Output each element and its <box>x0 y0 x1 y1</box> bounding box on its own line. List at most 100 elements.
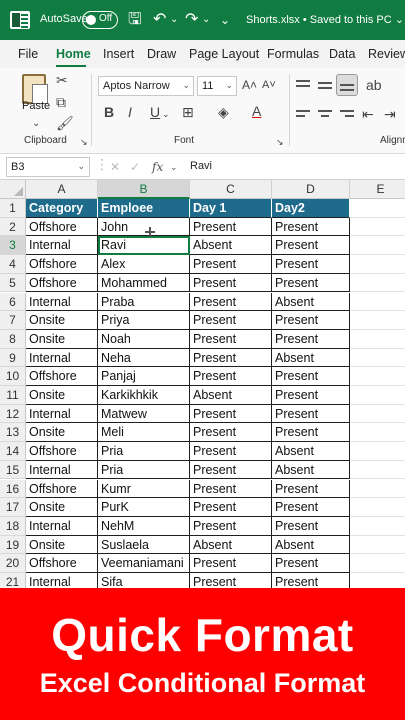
table-cell[interactable]: Absent <box>272 535 350 555</box>
row-header[interactable]: 12 <box>0 404 26 424</box>
decrease-indent-icon[interactable]: ⇤ <box>362 106 374 122</box>
table-cell[interactable] <box>350 255 405 274</box>
clipboard-launcher-icon[interactable]: ↘ <box>80 134 88 150</box>
table-cell[interactable]: Present <box>190 404 272 424</box>
table-cell[interactable]: Onsite <box>26 311 98 330</box>
table-cell[interactable]: Absent <box>272 460 350 480</box>
table-cell[interactable] <box>350 349 405 368</box>
autosave-toggle[interactable]: Off <box>82 11 118 29</box>
table-cell[interactable]: Present <box>272 311 350 330</box>
table-cell[interactable]: Present <box>190 516 272 536</box>
table-cell[interactable] <box>350 423 405 443</box>
table-cell[interactable]: Present <box>190 367 272 386</box>
increase-indent-icon[interactable]: ⇥ <box>384 106 396 122</box>
spreadsheet-grid[interactable]: ABCDE 1 Category Emploee Day 1 Day2 2 Offshore… <box>0 180 405 588</box>
paste-button-label[interactable]: Paste <box>22 100 50 112</box>
table-cell[interactable] <box>350 461 405 480</box>
column-header-d[interactable]: D <box>272 180 350 199</box>
table-cell[interactable] <box>350 330 405 349</box>
table-cell[interactable]: Present <box>190 460 272 480</box>
table-cell[interactable] <box>350 573 405 588</box>
row-header[interactable]: 14 <box>0 442 26 461</box>
table-cell[interactable]: Present <box>272 498 350 517</box>
underline-button[interactable]: U <box>150 104 160 120</box>
table-cell[interactable]: Absent <box>272 292 350 312</box>
table-cell[interactable]: Pria <box>98 442 190 461</box>
table-cell[interactable] <box>350 274 405 293</box>
paste-dropdown-icon[interactable]: ⌄ <box>32 116 40 132</box>
table-cell[interactable]: Neha <box>98 348 190 368</box>
row-header[interactable]: 21 <box>0 573 26 588</box>
table-cell[interactable] <box>350 236 405 256</box>
row-header[interactable]: 6 <box>0 292 26 312</box>
insert-function-icon[interactable]: fx <box>152 160 163 174</box>
table-cell[interactable]: Onsite <box>26 535 98 555</box>
table-cell[interactable]: Present <box>272 386 350 405</box>
name-box[interactable]: B3 ⌄ <box>6 157 90 177</box>
table-cell[interactable]: Absent <box>190 535 272 555</box>
table-cell[interactable]: Mohammed <box>98 273 190 293</box>
table-cell[interactable]: Matwew <box>98 404 190 424</box>
borders-icon[interactable]: ⊞ <box>182 104 194 120</box>
tab-file[interactable]: File <box>18 47 38 61</box>
row-header[interactable]: 13 <box>0 423 26 443</box>
table-cell[interactable]: Offshore <box>26 479 98 499</box>
table-cell[interactable]: Offshore <box>26 217 98 237</box>
table-cell[interactable] <box>350 293 405 312</box>
table-cell[interactable] <box>350 386 405 405</box>
font-color-icon[interactable]: A <box>252 103 261 119</box>
decrease-font-size-icon[interactable]: A˅ <box>262 77 276 93</box>
table-cell[interactable]: Present <box>272 573 350 588</box>
table-cell[interactable] <box>350 218 405 237</box>
enter-icon[interactable]: ✓ <box>130 160 140 174</box>
table-cell[interactable]: Suslaela <box>98 535 190 555</box>
table-cell[interactable]: Present <box>272 516 350 536</box>
table-header-cell[interactable]: Emploee <box>98 199 190 218</box>
table-cell[interactable]: Present <box>190 311 272 330</box>
table-cell[interactable]: Present <box>272 217 350 237</box>
table-cell[interactable]: Karkikhkik <box>98 386 190 405</box>
tab-review[interactable]: Review <box>368 47 405 61</box>
tab-page-layout[interactable]: Page Layout <box>189 47 259 61</box>
table-cell[interactable] <box>350 367 405 386</box>
table-cell[interactable]: Kumr <box>98 479 190 499</box>
tab-home[interactable]: Home <box>56 47 91 61</box>
table-cell[interactable]: Present <box>190 292 272 312</box>
table-cell[interactable]: Absent <box>190 236 272 256</box>
table-cell[interactable]: John <box>98 217 190 237</box>
undo-dropdown-icon[interactable]: ⌄ <box>170 10 178 30</box>
table-cell[interactable] <box>350 405 405 424</box>
copy-icon[interactable]: ⧉ <box>56 94 66 110</box>
orientation-icon[interactable]: ab <box>366 77 382 93</box>
table-cell[interactable]: Onsite <box>26 498 98 517</box>
table-cell[interactable]: Internal <box>26 516 98 536</box>
row-header[interactable]: 3 <box>0 236 26 256</box>
table-cell[interactable]: Offshore <box>26 255 98 274</box>
align-left-button[interactable] <box>296 108 312 122</box>
bold-button[interactable]: B <box>104 104 114 120</box>
table-cell[interactable]: Present <box>190 423 272 443</box>
table-cell[interactable]: Present <box>190 554 272 573</box>
table-cell[interactable] <box>350 517 405 536</box>
table-header-cell[interactable]: Day2 <box>272 199 350 218</box>
table-cell[interactable]: Internal <box>26 292 98 312</box>
table-cell[interactable]: Offshore <box>26 273 98 293</box>
table-cell[interactable]: Internal <box>26 404 98 424</box>
row-header[interactable]: 10 <box>0 367 26 386</box>
tab-draw[interactable]: Draw <box>147 47 176 61</box>
tab-formulas[interactable]: Formulas <box>267 47 319 61</box>
redo-icon[interactable]: ↷ <box>185 10 198 30</box>
tab-data[interactable]: Data <box>329 47 355 61</box>
align-top-button[interactable] <box>296 78 312 92</box>
table-cell[interactable]: Present <box>190 329 272 349</box>
font-size-select[interactable]: 11 ⌄ <box>197 76 237 96</box>
table-cell[interactable]: Pria <box>98 460 190 480</box>
row-header[interactable]: 18 <box>0 516 26 536</box>
table-cell[interactable] <box>350 442 405 461</box>
table-cell[interactable]: Internal <box>26 236 98 256</box>
align-middle-button[interactable] <box>318 78 334 92</box>
table-cell[interactable]: NehM <box>98 516 190 536</box>
table-cell[interactable]: Present <box>190 573 272 588</box>
table-cell[interactable]: Present <box>190 255 272 274</box>
row-header[interactable]: 2 <box>0 217 26 237</box>
